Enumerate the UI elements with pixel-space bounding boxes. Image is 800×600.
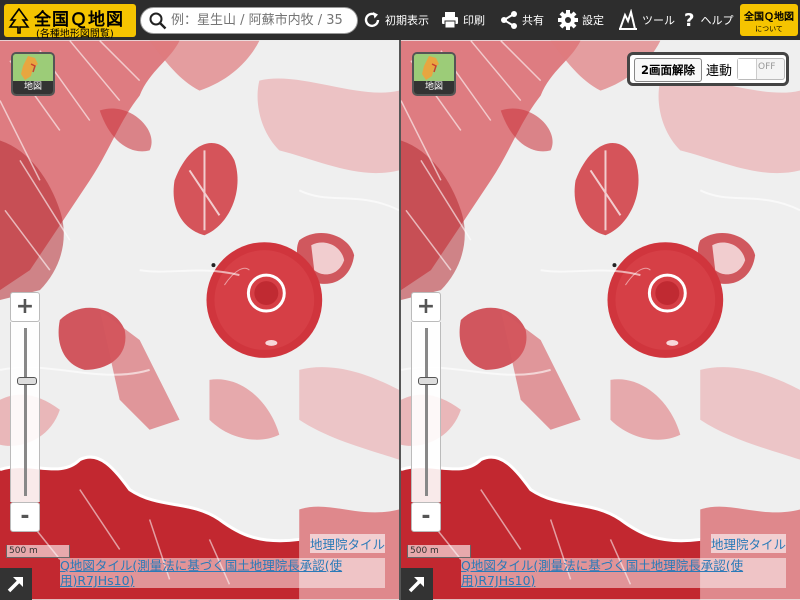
layer-button-right[interactable]: 地図	[412, 52, 456, 96]
help-icon: ?	[684, 9, 695, 31]
expand-button-left[interactable]	[0, 568, 32, 600]
print-label: 印刷	[463, 14, 485, 27]
map-thumbnail-icon	[414, 54, 454, 84]
map-pane-right[interactable]: 地図 2画面解除 連動 OFF + - 地理院タイル 500 m Q地図タイル(…	[401, 40, 800, 600]
search-input[interactable]	[171, 11, 351, 30]
reset-label: 初期表示	[385, 14, 429, 27]
reset-button[interactable]: 初期表示	[362, 0, 429, 40]
tools-label: ツール	[642, 14, 675, 27]
settings-button[interactable]: 設定	[557, 0, 604, 40]
about-line1: 全国Ｑ地図	[744, 12, 794, 23]
print-icon	[442, 12, 458, 29]
toolbar: 全国Ｑ地図 (各種地形図閲覧) 初期表示 印刷 共有	[0, 0, 800, 40]
help-label: ヘルプ	[700, 14, 734, 27]
sync-toggle[interactable]: OFF	[737, 58, 785, 80]
zoom-out-button[interactable]: -	[10, 502, 40, 532]
scale-bar: 500 m	[407, 545, 471, 558]
zoom-handle[interactable]	[17, 377, 37, 385]
search-icon	[149, 12, 167, 30]
split-cancel-button[interactable]: 2画面解除	[634, 58, 702, 82]
expand-button-right[interactable]	[401, 568, 433, 600]
about-button[interactable]: 全国Ｑ地図 について	[740, 4, 798, 36]
layer-button-left[interactable]: 地図	[11, 52, 55, 96]
layer-button-label: 地図	[13, 81, 53, 94]
split-sync-panel: 2画面解除 連動 OFF	[627, 52, 789, 86]
tile-attribution[interactable]: 地理院タイル	[309, 534, 385, 553]
app-logo[interactable]: 全国Ｑ地図 (各種地形図閲覧)	[4, 4, 136, 40]
reset-icon	[364, 12, 380, 28]
tree-icon	[8, 8, 30, 34]
about-line2: について	[755, 25, 783, 33]
share-icon	[501, 11, 517, 29]
expand-icon	[408, 577, 424, 593]
toggle-knob	[738, 59, 757, 79]
sync-state: OFF	[758, 62, 776, 72]
map-pane-left[interactable]: 地図 + - 地理院タイル 500 m Q地図タイル(測量法に基づく国土地理院長…	[0, 40, 399, 600]
expand-icon	[7, 577, 23, 593]
gear-icon	[558, 10, 578, 30]
zoom-control-left: + -	[10, 292, 40, 532]
tile-attribution[interactable]: 地理院タイル	[710, 534, 786, 553]
zoom-rail	[425, 328, 428, 496]
zoom-handle[interactable]	[418, 377, 438, 385]
zoom-slider[interactable]	[10, 322, 40, 502]
layer-button-label: 地図	[414, 81, 454, 94]
zoom-out-button[interactable]: -	[411, 502, 441, 532]
zoom-rail	[24, 328, 27, 496]
zoom-control-right: + -	[411, 292, 441, 532]
zoom-slider[interactable]	[411, 322, 441, 502]
print-button[interactable]: 印刷	[440, 0, 485, 40]
help-button[interactable]: ? ヘルプ	[684, 0, 733, 40]
tools-button[interactable]: ツール	[617, 0, 675, 40]
map-thumbnail-icon	[13, 54, 53, 84]
gsi-attribution-link[interactable]: Q地図タイル(測量法に基づく国土地理院長承認(使用)R7JHs10)	[461, 558, 786, 588]
app-subtitle: (各種地形図閲覧)	[36, 29, 114, 40]
gsi-attribution-link[interactable]: Q地図タイル(測量法に基づく国土地理院長承認(使用)R7JHs10)	[60, 558, 385, 588]
share-button[interactable]: 共有	[499, 0, 544, 40]
relief-map-right[interactable]	[401, 40, 800, 600]
scale-bar: 500 m	[6, 545, 70, 558]
sync-label: 連動	[706, 64, 733, 79]
zoom-in-button[interactable]: +	[10, 292, 40, 322]
settings-label: 設定	[582, 14, 604, 27]
tools-icon	[619, 9, 637, 30]
relief-map-left[interactable]	[0, 40, 399, 600]
search-box[interactable]	[140, 7, 358, 34]
zoom-in-button[interactable]: +	[411, 292, 441, 322]
share-label: 共有	[522, 14, 544, 27]
